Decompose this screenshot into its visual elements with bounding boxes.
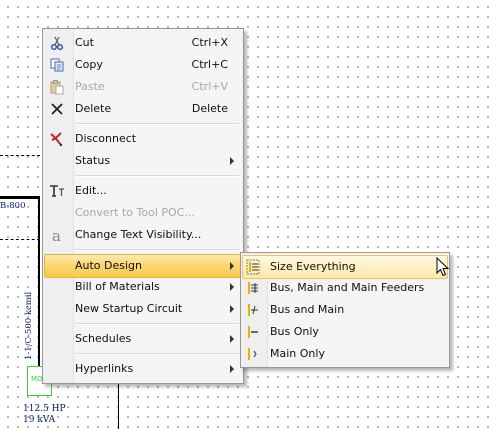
menu-item-cut[interactable]: Cut Ctrl+X (45, 32, 241, 54)
menu-item-shortcut: Ctrl+X (191, 36, 228, 49)
size-everything-icon (245, 259, 261, 275)
menu-item-label: Schedules (75, 332, 132, 345)
motor-label: MO (31, 375, 43, 383)
menu-item-label: Paste (75, 80, 105, 93)
bus-only-icon (245, 324, 261, 340)
menu-item-label: Bill of Materials (75, 280, 160, 293)
delete-x-icon (49, 101, 65, 117)
submenu-item-main-only[interactable]: Main Only (243, 343, 447, 365)
menu-item-hyperlinks[interactable]: Hyperlinks (45, 358, 241, 380)
menu-separator (75, 175, 239, 177)
menu-item-label: Delete (75, 102, 112, 115)
menu-item-label: Status (75, 154, 111, 167)
menu-separator (75, 353, 239, 355)
dashed-line-top (0, 155, 40, 156)
svg-text:a: a (52, 227, 61, 243)
bus-bar[interactable] (0, 196, 40, 199)
paste-icon (49, 79, 65, 95)
submenu-item-bus-only[interactable]: Bus Only (243, 321, 447, 343)
submenu-item-bus-and-main[interactable]: Bus and Main (243, 299, 447, 321)
menu-item-label: Copy (75, 58, 103, 71)
menu-item-auto-design[interactable]: Auto Design (44, 254, 242, 278)
load-wire (118, 380, 119, 429)
cable-label: 1-1/C-500 kcmil (24, 291, 34, 360)
text-visibility-icon: a (49, 227, 65, 245)
edit-text-tool-icon (49, 183, 65, 199)
bus-main-feeders-icon (245, 280, 261, 296)
menu-item-label: Bus Only (270, 325, 319, 338)
main-only-icon (245, 346, 261, 362)
submenu-arrow-icon (230, 262, 234, 270)
menu-item-convert-to-tool-poc[interactable]: Convert to Tool POC... (45, 202, 241, 224)
submenu-arrow-icon (230, 157, 234, 165)
menu-separator (75, 249, 239, 251)
scissors-icon (49, 35, 65, 51)
menu-item-paste[interactable]: Paste Ctrl+V (45, 76, 241, 98)
menu-item-label: Bus, Main and Main Feeders (270, 281, 425, 294)
menu-item-status[interactable]: Status (45, 150, 241, 172)
menu-item-label: Cut (75, 36, 94, 49)
submenu-item-size-everything[interactable]: Size Everything (242, 255, 448, 279)
submenu-item-bus-main-feeders[interactable]: Bus, Main and Main Feeders (243, 277, 447, 299)
menu-item-label: New Startup Circuit (75, 302, 183, 315)
auto-design-submenu: Size Everything Bus, Main and Main Feede… (240, 252, 450, 368)
menu-item-label: Hyperlinks (75, 362, 134, 375)
dashed-line-bottom (0, 239, 40, 240)
menu-item-edit[interactable]: Edit... (45, 180, 241, 202)
menu-item-label: Convert to Tool POC... (75, 206, 195, 219)
menu-item-shortcut: Ctrl+V (191, 80, 228, 93)
context-menu: Cut Ctrl+X Copy Ctrl+C Paste Ctrl+V Dele… (42, 28, 244, 384)
menu-item-label: Edit... (75, 184, 107, 197)
menu-item-new-startup-circuit[interactable]: New Startup Circuit (45, 298, 241, 320)
mouse-cursor-icon (436, 256, 450, 277)
feeder-wire[interactable] (38, 196, 40, 366)
menu-item-label: Auto Design (75, 259, 143, 272)
submenu-arrow-icon (230, 283, 234, 291)
menu-item-copy[interactable]: Copy Ctrl+C (45, 54, 241, 76)
menu-item-disconnect[interactable]: Disconnect (45, 128, 241, 150)
menu-item-label: Bus and Main (270, 303, 345, 316)
copy-icon (49, 57, 65, 73)
motor-rating-kva: 19 kVA (23, 415, 56, 425)
menu-item-shortcut: Ctrl+C (191, 58, 228, 71)
bus-label: B-800 (0, 201, 26, 211)
submenu-arrow-icon (230, 365, 234, 373)
menu-item-shortcut: Delete (191, 102, 228, 115)
motor-rating-hp: 112.5 HP (23, 404, 66, 414)
menu-item-schedules[interactable]: Schedules (45, 328, 241, 350)
menu-item-label: Size Everything (270, 260, 356, 273)
bus-and-main-icon (245, 302, 261, 318)
menu-separator (75, 323, 239, 325)
menu-separator (75, 123, 239, 125)
submenu-arrow-icon (230, 305, 234, 313)
menu-item-label: Disconnect (75, 132, 137, 145)
submenu-arrow-icon (230, 335, 234, 343)
menu-item-label: Main Only (270, 347, 325, 360)
menu-item-change-text-visibility[interactable]: a Change Text Visibility... (45, 224, 241, 246)
menu-item-delete[interactable]: Delete Delete (45, 98, 241, 120)
menu-item-label: Change Text Visibility... (75, 228, 202, 241)
disconnect-cutter-icon (49, 131, 65, 147)
menu-item-bill-of-materials[interactable]: Bill of Materials (45, 276, 241, 298)
